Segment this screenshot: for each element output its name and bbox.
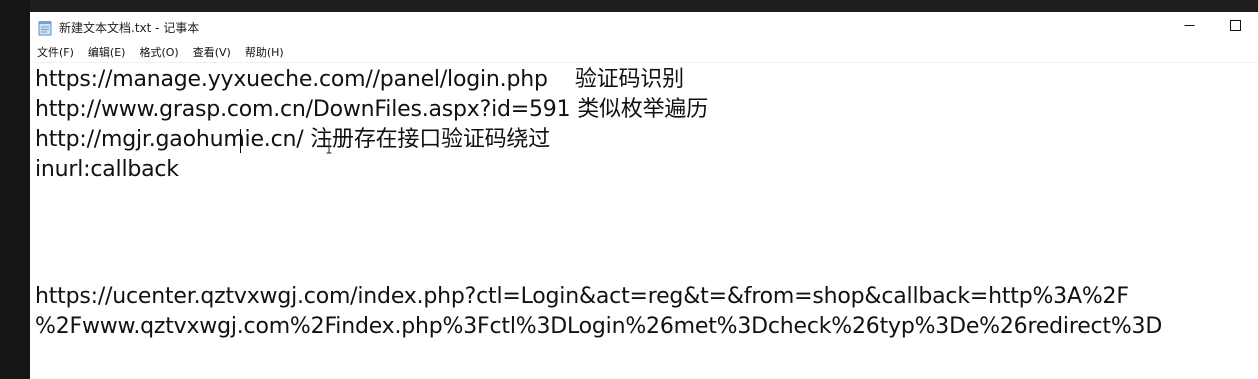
- window-controls: [1166, 12, 1258, 43]
- menu-format[interactable]: 格式(O): [132, 43, 185, 62]
- menu-edit[interactable]: 编辑(E): [81, 43, 133, 62]
- text-editor[interactable]: https://manage.yyxueche.com//panel/login…: [30, 63, 1258, 379]
- text-line-3: http://mgjr.gaohumie.cn/ 注册存在接口验证码绕过: [35, 127, 551, 152]
- background-edge: [0, 0, 30, 379]
- window-title: 新建文本文档.txt - 记事本: [59, 21, 200, 35]
- notepad-window: 新建文本文档.txt - 记事本 文件(F) 编辑(E) 格式(O) 查看(V)…: [0, 0, 1258, 379]
- ibeam-cursor-icon: [326, 138, 332, 158]
- notepad-icon: [38, 20, 52, 36]
- maximize-icon: [1229, 20, 1241, 35]
- text-line-8: https://ucenter.qztvxwgj.com/index.php?c…: [35, 284, 1129, 309]
- text-line-4: inurl:callback: [35, 157, 179, 182]
- text-line-1: https://manage.yyxueche.com//panel/login…: [35, 67, 684, 92]
- menu-view[interactable]: 查看(V): [186, 43, 238, 62]
- maximize-button[interactable]: [1212, 12, 1258, 43]
- text-caret: [240, 129, 241, 153]
- menu-bar: 文件(F) 编辑(E) 格式(O) 查看(V) 帮助(H): [30, 43, 1258, 63]
- minimize-button[interactable]: [1166, 12, 1212, 43]
- text-line-9: %2Fwww.qztvxwgj.com%2Findex.php%3Fctl%3D…: [35, 314, 1163, 339]
- minimize-icon: [1184, 20, 1195, 35]
- menu-help[interactable]: 帮助(H): [238, 43, 291, 62]
- title-bar[interactable]: 新建文本文档.txt - 记事本: [30, 12, 1258, 43]
- text-line-2: http://www.grasp.com.cn/DownFiles.aspx?i…: [35, 97, 708, 122]
- menu-file[interactable]: 文件(F): [30, 43, 81, 62]
